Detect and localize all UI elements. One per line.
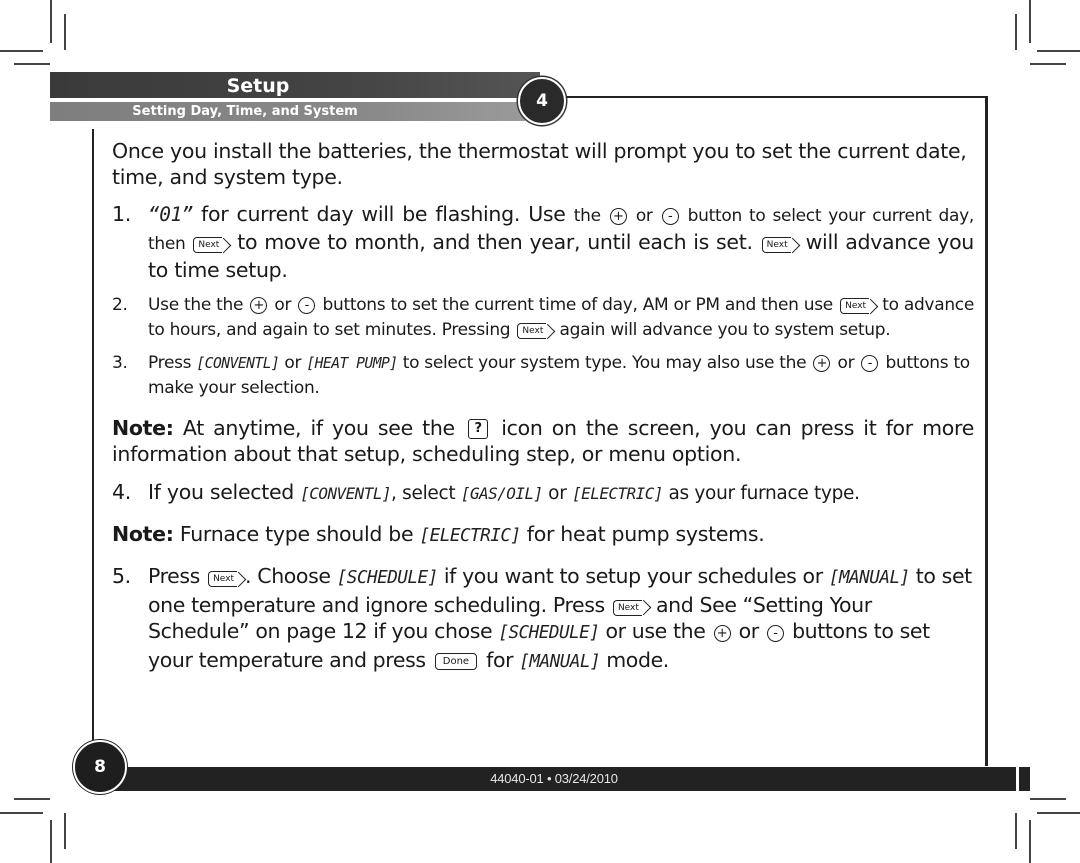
note-help-icon: Note: At anytime, if you see the ? icon … <box>112 415 974 467</box>
step-text: If you selected <box>148 480 301 504</box>
footer-edge-tab <box>1019 767 1030 791</box>
crop-mark <box>0 812 43 814</box>
section-title: Setup <box>226 75 290 97</box>
document-info: 44040-01 • 03/24/2010 <box>490 771 618 786</box>
step-number: 3. <box>112 353 128 373</box>
chapter-number-badge: 4 <box>518 77 566 125</box>
step-text: again will advance you to system setup. <box>554 320 891 340</box>
step-5: 5. Press Next . Choose [SCHEDULE] if you … <box>112 563 974 675</box>
note-text: Furnace type should be <box>173 522 420 546</box>
note-text: At anytime, if you see the <box>173 416 465 440</box>
step-text: the <box>573 206 608 226</box>
crop-mark <box>1015 813 1017 849</box>
next-button-icon: Next <box>840 298 870 314</box>
minus-button-icon: - <box>766 625 784 642</box>
crop-mark <box>1030 798 1066 800</box>
step-text: or <box>732 619 765 643</box>
plus-button-icon: + <box>609 208 627 225</box>
next-button-icon: Next <box>517 323 547 339</box>
step-text: for current day will be flashing. Use <box>192 202 574 226</box>
step-text: or use the <box>599 619 712 643</box>
step-1: 1. “01” for current day will be flashing… <box>112 201 974 283</box>
minus-button-icon: - <box>298 297 316 314</box>
lcd-text: [ELECTRIC] <box>419 526 522 546</box>
step-text: or <box>279 353 307 373</box>
done-button-icon: Done <box>434 652 478 670</box>
crop-mark <box>14 63 50 65</box>
step-number: 1. <box>112 202 131 226</box>
step-text: mode. <box>600 647 669 672</box>
step-text: for <box>480 647 520 672</box>
note-furnace-type: Note: Furnace type should be [ELECTRIC] … <box>112 521 974 549</box>
step-text: , select <box>390 483 461 504</box>
crop-mark <box>1037 50 1080 52</box>
crop-mark <box>64 813 66 849</box>
plus-button-icon: + <box>813 355 831 372</box>
step-text: or <box>628 206 660 226</box>
note-label: Note: <box>112 522 174 546</box>
crop-mark <box>1029 820 1031 863</box>
step-text: . Choose <box>245 564 337 588</box>
minus-button-icon: - <box>661 208 679 225</box>
lcd-text: [MANUAL] <box>519 651 601 672</box>
step-text: Press <box>148 564 207 588</box>
next-button-icon: Next <box>612 599 642 616</box>
lcd-text: [GAS/OIL] <box>460 484 543 503</box>
lcd-text: [ELECTRIC] <box>572 484 663 503</box>
frame-line-left <box>92 129 94 746</box>
step-text: as your furnace type. <box>662 483 860 504</box>
intro-paragraph: Once you install the batteries, the ther… <box>112 139 967 189</box>
lcd-text: [CONVENTL] <box>300 484 391 503</box>
plus-button-icon: + <box>713 625 731 642</box>
step-4: 4. If you selected [CONVENTL], select [G… <box>112 479 974 507</box>
step-number: 2. <box>112 295 128 315</box>
lcd-text: [SCHEDULE] <box>336 568 439 588</box>
subsection-title: Setting Day, Time, and System <box>132 104 358 119</box>
next-button-icon: Next <box>193 237 223 253</box>
step-text: Press <box>148 353 197 373</box>
lcd-text: [MANUAL] <box>828 568 910 588</box>
crop-mark <box>1029 0 1031 43</box>
help-icon: ? <box>468 419 489 439</box>
lcd-text: “01” <box>148 203 193 226</box>
lcd-text: [HEAT PUMP] <box>306 355 398 372</box>
note-text: for heat pump systems. <box>520 522 765 546</box>
step-text: buttons to set the current time of day, … <box>317 295 839 315</box>
step-3: 3. Press [CONVENTL] or [HEAT PUMP] to se… <box>112 351 974 401</box>
step-text: if you want to setup your schedules or <box>437 564 829 588</box>
crop-mark <box>50 0 52 43</box>
note-label: Note: <box>112 416 174 440</box>
step-text: or <box>542 483 573 504</box>
lcd-text: [SCHEDULE] <box>498 623 600 643</box>
page-number-badge: 8 <box>73 740 127 794</box>
lcd-text: [CONVENTL] <box>196 355 280 372</box>
step-number: 5. <box>112 564 131 588</box>
step-text: or <box>832 353 860 373</box>
next-button-icon: Next <box>761 237 791 253</box>
crop-mark <box>1030 63 1066 65</box>
crop-mark <box>14 798 50 800</box>
minus-button-icon: - <box>861 355 879 372</box>
frame-line-right <box>985 96 988 766</box>
crop-mark <box>1015 14 1017 50</box>
frame-line-top <box>566 96 988 98</box>
step-text: Use the the <box>148 295 249 315</box>
step-text: to move to month, and then year, until e… <box>230 230 760 254</box>
crop-mark <box>0 50 43 52</box>
step-number: 4. <box>112 480 131 504</box>
step-text: or <box>269 295 297 315</box>
step-2: 2. Use the the + or - buttons to set the… <box>112 293 974 343</box>
page-content: Once you install the batteries, the ther… <box>112 138 974 675</box>
crop-mark <box>50 820 52 863</box>
plus-button-icon: + <box>250 297 268 314</box>
crop-mark <box>1037 812 1080 814</box>
step-text: to select your system type. You may also… <box>397 353 812 373</box>
crop-mark <box>64 14 66 50</box>
next-button-icon: Next <box>208 571 238 587</box>
